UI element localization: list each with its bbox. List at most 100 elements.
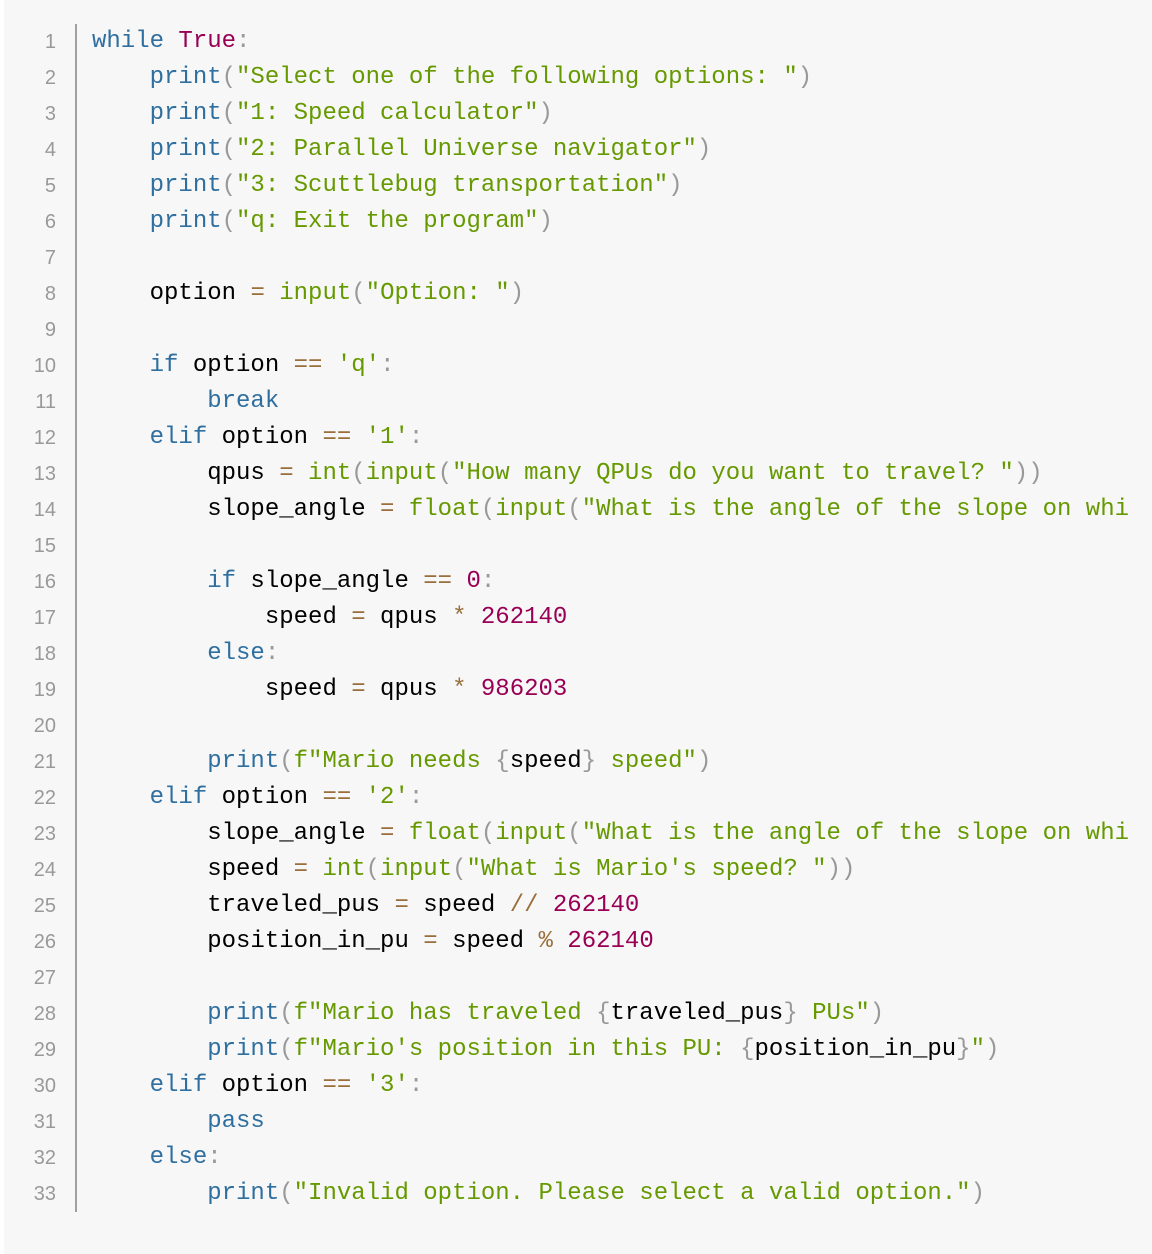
token-string: "How many QPUs do you want to travel? " [452,460,1014,487]
token-builtin: float [408,820,481,847]
token-builtin: float [408,496,481,523]
token-punctuation: ) [696,136,712,163]
line-number: 2 [44,67,56,89]
line-number: 22 [33,787,56,809]
token-string: PUs" [797,1000,870,1027]
token-punctuation: ( [221,64,237,91]
token-number: 262140 [552,892,640,919]
code-content: break [72,384,279,420]
token-text: slope_angle [236,568,424,595]
token-string: '3' [365,1072,409,1099]
token-punctuation: ) [538,100,553,127]
token-string: "2: Parallel Universe navigator" [236,136,697,163]
token-punctuation: ) [696,748,712,775]
code-content: else: [72,1140,222,1176]
token-operator: // [509,892,539,919]
code-line: 17 speed = qpus * 262140 [4,600,1129,636]
token-text: traveled_pus [92,892,395,919]
token-string: " [970,1036,985,1063]
code-line: 18 else: [4,636,1129,672]
code-block: 1 while True: 2 print("Select one of the f… [4,0,1152,1254]
code-content: if option == 'q': [72,348,395,384]
token-punctuation: ( [480,496,496,523]
token-keyword: while [92,28,165,55]
token-keyword: elif [149,784,208,811]
line-number: 33 [33,1183,56,1205]
token-text: position_in_pu [92,928,424,955]
line-number: 29 [33,1039,56,1061]
token-keyword: pass [207,1108,265,1135]
token-punctuation: )) [826,856,856,883]
line-number: 20 [33,715,56,737]
token-punctuation: ( [567,820,582,847]
line-number: 30 [33,1075,56,1097]
code-content: print(f"Mario needs {speed} speed") [72,744,711,780]
line-number: 10 [33,355,56,377]
token-number: 986203 [480,676,568,703]
code-content: elif option == '2': [72,780,424,816]
code-line: 19 speed = qpus * 986203 [4,672,1129,708]
token-number: 262140 [480,604,568,631]
token-string: '1' [365,424,409,451]
token-punctuation: } [783,1000,798,1027]
token-string: "What is Mario's speed? " [466,856,827,883]
code-line: 14 slope_angle = float(input("What is th… [4,492,1129,528]
code-line: 24 speed = int(input("What is Mario's sp… [4,852,1129,888]
token-builtin: input [380,856,453,883]
line-number: 16 [33,571,56,593]
token-text: qpus [365,604,453,631]
token-punctuation: ( [221,100,237,127]
token-text: option [92,280,251,307]
token-string: '2' [365,784,409,811]
token-string: f"Mario's position in this PU: [293,1036,741,1063]
code-content: print("Invalid option. Please select a v… [72,1176,985,1212]
line-number: 25 [33,895,56,917]
token-keyword: print [207,1180,280,1207]
code-content: print("1: Speed calculator") [72,96,553,132]
token-builtin: input [279,280,352,307]
token-punctuation: : [236,28,251,55]
code-line: 28 print(f"Mario has traveled {traveled_… [4,996,1129,1032]
token-punctuation: ) [797,64,813,91]
token-string: "What is the angle of the slope on whi [581,820,1129,847]
token-punctuation: ) [538,208,553,235]
token-string: "q: Exit the program" [236,208,539,235]
token-punctuation: : [408,424,424,451]
token-operator: * [452,676,467,703]
token-operator: == [322,784,352,811]
token-keyword: print [149,172,222,199]
code-line: 20 [4,708,1129,744]
line-number: 19 [33,679,56,701]
token-keyword: print [149,208,222,235]
token-operator: == [322,1072,352,1099]
token-operator: == [322,424,352,451]
token-operator: = [279,460,294,487]
line-number: 14 [33,499,56,521]
token-operator: % [538,928,553,955]
token-string: "1: Speed calculator" [236,100,539,127]
code-line: 6 print("q: Exit the program") [4,204,1129,240]
code-content: elif option == '3': [72,1068,424,1104]
token-punctuation: ( [279,1180,294,1207]
token-text: qpus [365,676,453,703]
line-number: 12 [33,427,56,449]
code-line: 12 elif option == '1': [4,420,1129,456]
code-line: 30 elif option == '3': [4,1068,1129,1104]
token-text: speed [92,604,352,631]
token-keyword: else [207,640,265,667]
code-line: 1 while True: [4,24,1129,60]
token-punctuation: ( [221,208,237,235]
code-content: elif option == '1': [72,420,424,456]
